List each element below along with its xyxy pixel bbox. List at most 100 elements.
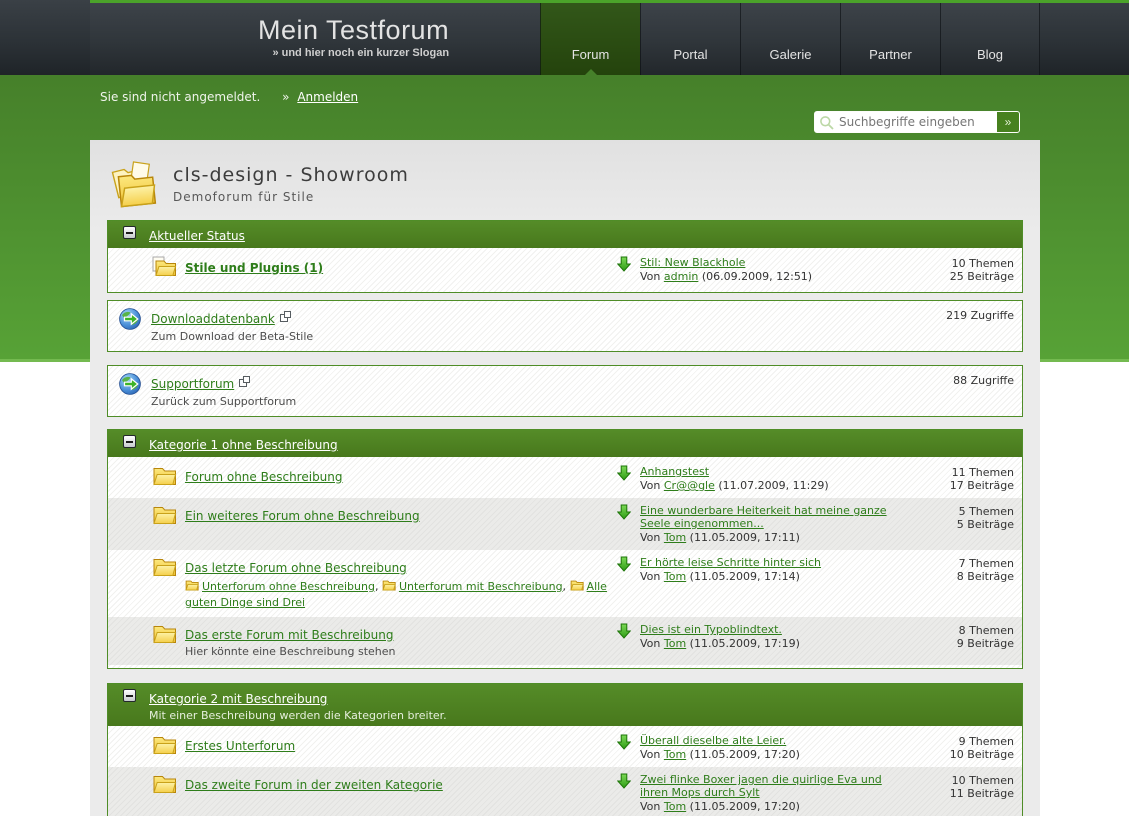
last-post-author-link[interactable]: Tom (664, 637, 686, 650)
subforum-link[interactable]: Unterforum mit Beschreibung (399, 580, 563, 593)
topic-count: 10 Themen (951, 257, 1014, 270)
post-count: 8 Beiträge (956, 570, 1014, 583)
search-input[interactable] (815, 112, 997, 132)
last-post-author-link[interactable]: Tom (664, 531, 686, 544)
topic-count: 8 Themen (958, 624, 1014, 637)
last-post-author-link[interactable]: Tom (664, 800, 686, 813)
last-post-meta: Von Tom (11.05.2009, 17:11) (640, 531, 800, 544)
last-post-arrow-icon[interactable] (616, 623, 632, 639)
last-post-meta: Von Cr@@gle (11.07.2009, 11:29) (640, 479, 829, 492)
category-title-link[interactable]: Kategorie 2 mit Beschreibung (149, 692, 327, 706)
last-post-arrow-icon[interactable] (616, 465, 632, 481)
external-link-icon (279, 311, 291, 322)
forum-link[interactable]: Stile und Plugins (1) (185, 261, 323, 275)
forum-link[interactable]: Das zweite Forum in der zweiten Kategori… (185, 778, 443, 792)
tab-blog[interactable]: Blog (940, 0, 1040, 75)
forum-stats: 10 Themen 11 Beiträge (932, 773, 1014, 813)
last-post-arrow-icon[interactable] (616, 734, 632, 750)
collapse-toggle-icon[interactable] (123, 226, 136, 239)
folder-icon (153, 737, 177, 754)
category-header: Kategorie 1 ohne Beschreibung (108, 430, 1022, 457)
category-box-status: Aktueller Status Stile und Plugins (1) S… (107, 220, 1023, 293)
forum-link[interactable]: Forum ohne Beschreibung (185, 470, 343, 484)
tab-galerie[interactable]: Galerie (740, 0, 840, 75)
top-accent-line (90, 0, 1129, 3)
main-navigation: Forum Portal Galerie Partner Blog (540, 0, 1040, 75)
forum-link[interactable]: Ein weiteres Forum ohne Beschreibung (185, 509, 420, 523)
folder-icon (153, 776, 177, 793)
topic-count: 7 Themen (958, 557, 1014, 570)
last-post-title-link[interactable]: Eine wunderbare Heiterkeit hat meine gan… (640, 504, 887, 530)
last-post-arrow-icon[interactable] (616, 556, 632, 572)
folder-icon (382, 580, 396, 591)
folder-icon (153, 468, 177, 485)
folder-icon (153, 626, 177, 643)
forum-row: Erstes Unterforum Überall dieselbe alte … (108, 728, 1022, 767)
forum-stats: 9 Themen 10 Beiträge (932, 734, 1014, 761)
site-header: Mein Testforum » und hier noch ein kurze… (90, 0, 1040, 75)
last-post-author-link[interactable]: admin (664, 270, 698, 283)
forum-row: Das letzte Forum ohne Beschreibung Unter… (108, 550, 1022, 617)
forum-link[interactable]: Das letzte Forum ohne Beschreibung (185, 561, 407, 575)
post-count: 17 Beiträge (949, 479, 1014, 492)
login-link[interactable]: Anmelden (297, 90, 358, 104)
forum-row: Forum ohne Beschreibung Anhangstest Von … (108, 459, 1022, 498)
supportforum-link[interactable]: Supportforum (151, 377, 234, 391)
last-post-title-link[interactable]: Überall dieselbe alte Leier. (640, 734, 786, 747)
folders-stack-icon (111, 161, 157, 208)
forum-stats: 11 Themen 17 Beiträge (932, 465, 1014, 492)
folder-icon (153, 559, 177, 576)
tab-forum[interactable]: Forum (540, 0, 640, 75)
last-post-meta: Von Tom (11.05.2009, 17:14) (640, 570, 800, 583)
folder-icon (153, 507, 177, 524)
collapse-toggle-icon[interactable] (123, 435, 136, 448)
login-status: Sie sind nicht angemeldet. » Anmelden (100, 90, 358, 104)
category-description: Mit einer Beschreibung werden die Katego… (149, 709, 447, 722)
external-link-box: Supportforum Zurück zum Supportforum 88 … (107, 365, 1023, 417)
last-post-arrow-icon[interactable] (616, 256, 632, 272)
tab-partner[interactable]: Partner (840, 0, 940, 75)
category-header: Aktueller Status (108, 221, 1022, 248)
downloaddatenbank-link[interactable]: Downloaddatenbank (151, 312, 275, 326)
category-box-2: Kategorie 2 mit Beschreibung Mit einer B… (107, 683, 1023, 816)
globe-link-icon (119, 308, 141, 330)
subforum-link[interactable]: Unterforum ohne Beschreibung (202, 580, 375, 593)
forum-row: Das zweite Forum in der zweiten Kategori… (108, 767, 1022, 816)
category-title-link[interactable]: Aktueller Status (149, 229, 245, 243)
site-logo: Mein Testforum » und hier noch ein kurze… (258, 15, 449, 59)
last-post-title-link[interactable]: Zwei flinke Boxer jagen die quirlige Eva… (640, 773, 882, 799)
search-submit-button[interactable]: » (997, 112, 1019, 132)
last-post-title-link[interactable]: Dies ist ein Typoblindtext. (640, 623, 782, 636)
login-status-text: Sie sind nicht angemeldet. (100, 90, 261, 104)
forum-row: Stile und Plugins (1) Stil: New Blackhol… (108, 250, 1022, 289)
topic-count: 5 Themen (958, 505, 1014, 518)
forum-link[interactable]: Erstes Unterforum (185, 739, 295, 753)
category-box-1: Kategorie 1 ohne Beschreibung Forum ohne… (107, 429, 1023, 669)
topic-count: 10 Themen (951, 774, 1014, 787)
link-description: Zurück zum Supportforum (151, 395, 297, 408)
last-post-meta: Von Tom (11.05.2009, 17:20) (640, 748, 800, 761)
last-post-author-link[interactable]: Cr@@gle (664, 479, 715, 492)
category-title-link[interactable]: Kategorie 1 ohne Beschreibung (149, 438, 338, 452)
last-post-meta: Von Tom (11.05.2009, 17:20) (640, 800, 800, 813)
last-post-arrow-icon[interactable] (616, 773, 632, 789)
last-post-author-link[interactable]: Tom (664, 748, 686, 761)
link-description: Zum Download der Beta-Stile (151, 330, 314, 343)
collapse-toggle-icon[interactable] (123, 689, 136, 702)
last-post-arrow-icon[interactable] (616, 504, 632, 520)
last-post-author-link[interactable]: Tom (664, 570, 686, 583)
last-post-title-link[interactable]: Stil: New Blackhole (640, 256, 745, 269)
folder-icon (185, 580, 199, 591)
board-subtitle: Demoforum für Stile (173, 190, 315, 204)
post-count: 9 Beiträge (956, 637, 1014, 650)
last-post-title-link[interactable]: Anhangstest (640, 465, 709, 478)
forum-link[interactable]: Das erste Forum mit Beschreibung (185, 628, 393, 642)
forum-stats: 10 Themen 25 Beiträge (932, 256, 1014, 283)
forum-row: Das erste Forum mit Beschreibung Hier kö… (108, 617, 1022, 665)
forum-stats: 7 Themen 8 Beiträge (932, 556, 1014, 611)
last-post-title-link[interactable]: Er hörte leise Schritte hinter sich (640, 556, 821, 569)
subforum-list: Unterforum ohne Beschreibung, Unterforum… (185, 580, 607, 609)
folder-icon (570, 580, 584, 591)
tab-portal[interactable]: Portal (640, 0, 740, 75)
category-header: Kategorie 2 mit Beschreibung Mit einer B… (108, 684, 1022, 726)
